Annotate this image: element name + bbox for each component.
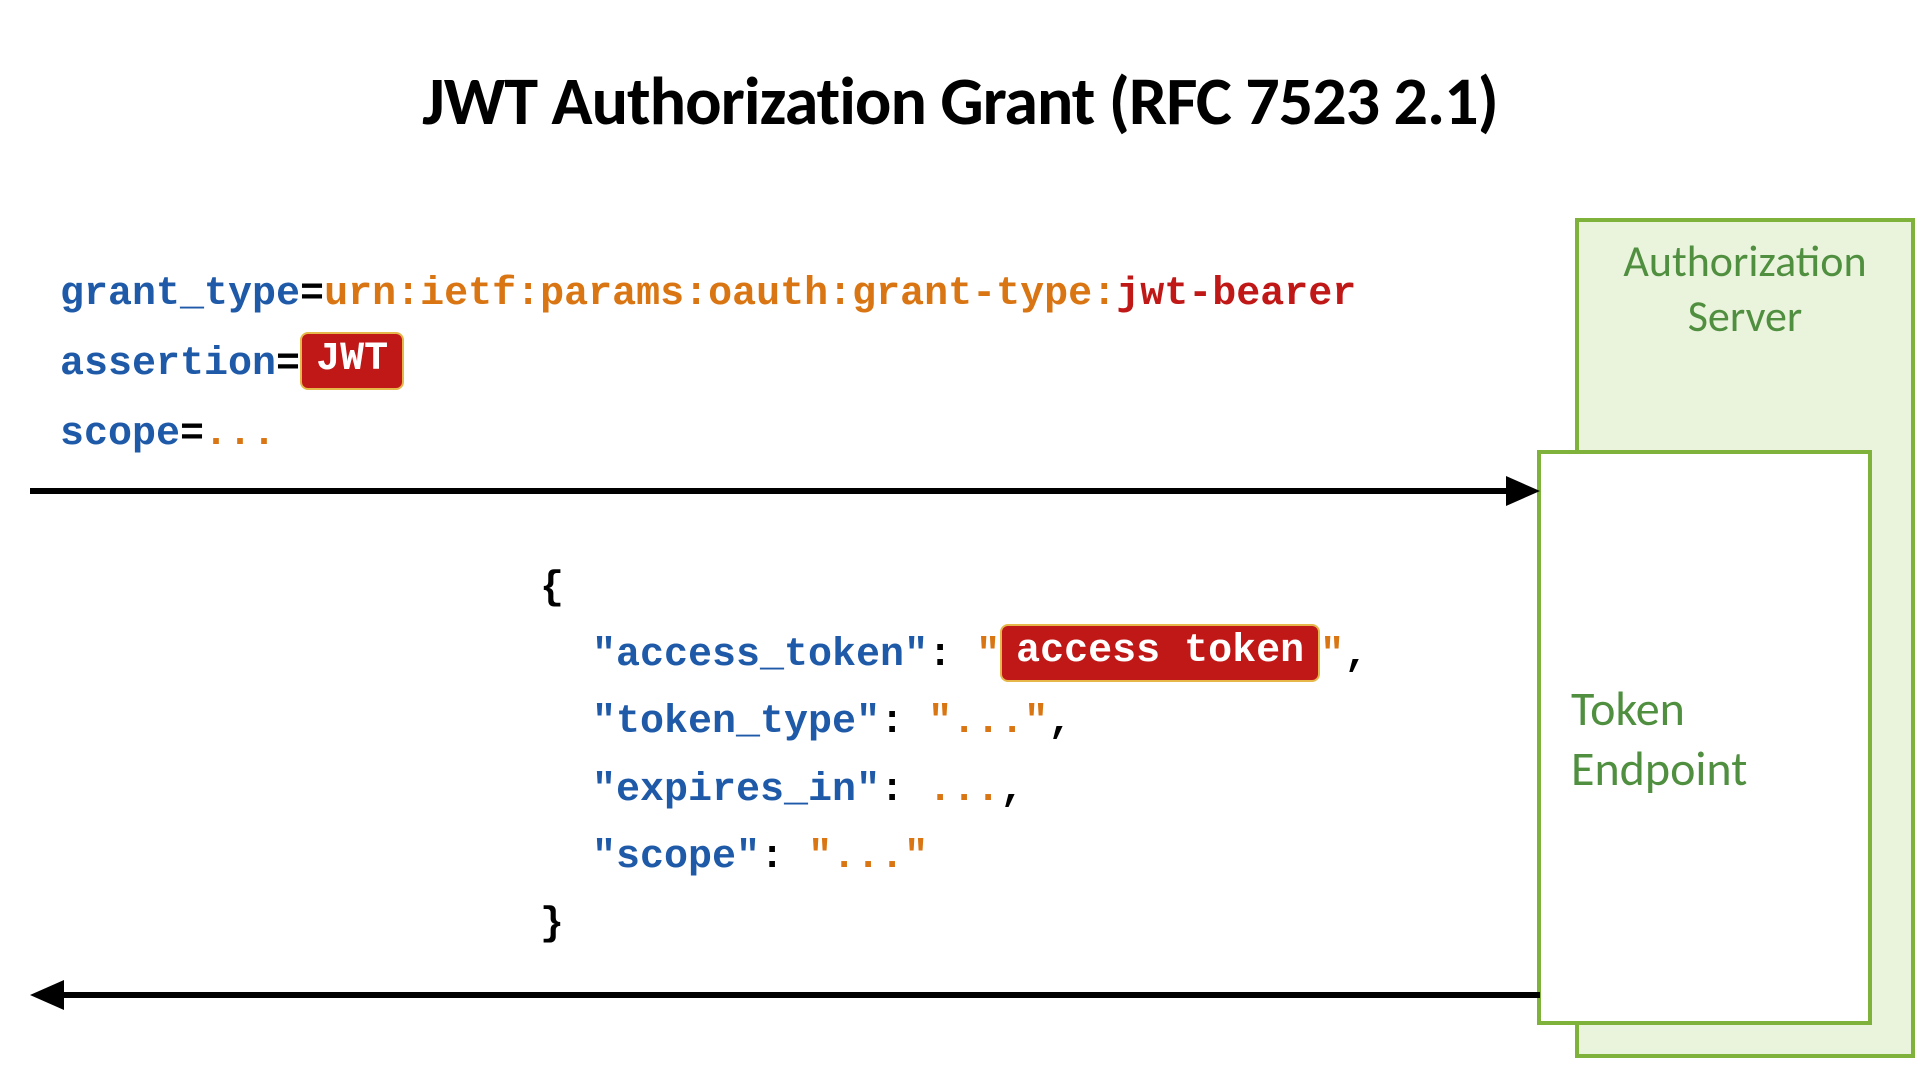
brace-open: { bbox=[540, 555, 1368, 622]
param-key: scope bbox=[60, 412, 180, 457]
arrow-right-icon bbox=[1506, 476, 1540, 506]
request-grant-type-line: grant_type=urn:ietf:params:oauth:grant-t… bbox=[60, 260, 1356, 330]
response-access-token-line: "access_token": "access token", bbox=[540, 622, 1368, 689]
jwt-pill: JWT bbox=[300, 332, 404, 390]
param-key: assertion bbox=[60, 342, 276, 387]
param-key: grant_type bbox=[60, 272, 300, 317]
response-scope-line: "scope": "..." bbox=[540, 824, 1368, 891]
param-value-suffix: jwt-bearer bbox=[1116, 272, 1356, 317]
response-arrow bbox=[30, 980, 1540, 1010]
request-assertion-line: assertion=JWT bbox=[60, 330, 1356, 400]
response-expires-in-line: "expires_in": ..., bbox=[540, 757, 1368, 824]
brace-close: } bbox=[540, 891, 1368, 958]
access-token-pill: access token bbox=[1000, 624, 1320, 682]
response-token-type-line: "token_type": "...", bbox=[540, 689, 1368, 756]
response-json: { "access_token": "access token", "token… bbox=[540, 555, 1368, 958]
arrow-left-icon bbox=[30, 980, 64, 1010]
request-parameters: grant_type=urn:ietf:params:oauth:grant-t… bbox=[60, 260, 1356, 470]
request-scope-line: scope=... bbox=[60, 400, 1356, 470]
param-value: ... bbox=[204, 412, 276, 457]
slide-title: JWT Authorization Grant (RFC 7523 2.1) bbox=[0, 60, 1920, 143]
param-value-prefix: urn:ietf:params:oauth:grant-type: bbox=[324, 272, 1116, 317]
authorization-server-label: Authorization Server bbox=[1579, 234, 1911, 344]
request-arrow bbox=[30, 476, 1540, 506]
token-endpoint-box: Token Endpoint bbox=[1537, 450, 1872, 1025]
token-endpoint-label: Token Endpoint bbox=[1571, 679, 1747, 799]
